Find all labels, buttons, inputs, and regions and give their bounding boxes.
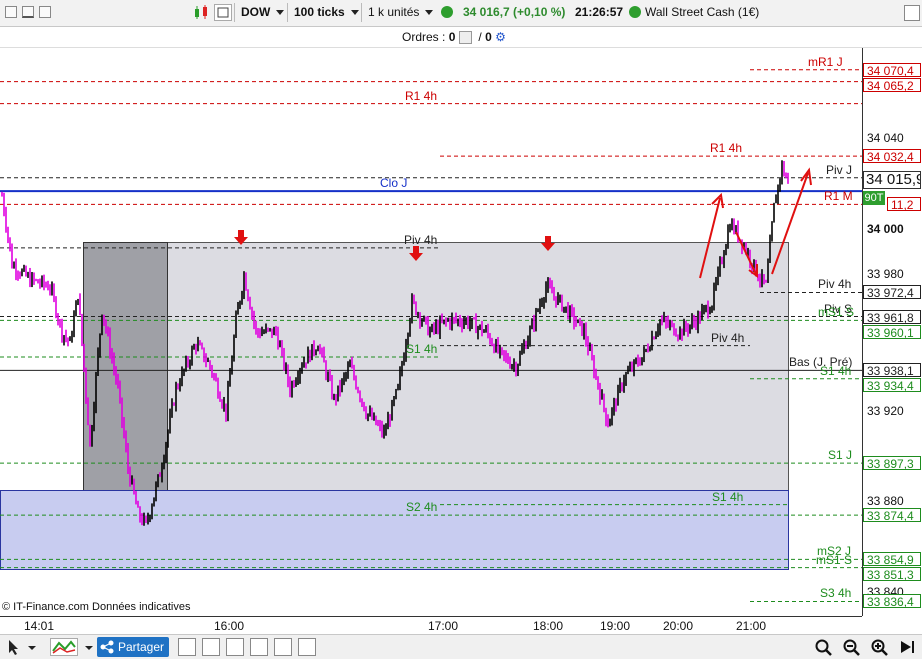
- draw-line-icon[interactable]: [178, 638, 196, 656]
- indicator-icon[interactable]: [50, 638, 78, 656]
- arrow-down-icon: [234, 230, 248, 245]
- price-level-tag: 34 065,2: [863, 77, 921, 93]
- scroll-right-icon[interactable]: [898, 638, 916, 656]
- level-label: S1 J: [828, 448, 853, 463]
- price-level-tag: 33 854,9: [863, 552, 921, 567]
- price-level-tag: 33 960,1: [863, 324, 921, 340]
- units-dropdown[interactable]: 1 k unités: [361, 3, 437, 22]
- chevron-down-icon: [350, 10, 359, 16]
- arrow-down-icon: [409, 246, 423, 261]
- level-label: mS1 S: [816, 552, 853, 567]
- price-level-tag: 33 874,4: [863, 508, 921, 523]
- y-tick: 33 880: [867, 494, 904, 509]
- price-level-tag: 33 938,1: [863, 363, 921, 378]
- level-label: S1 4h: [820, 363, 852, 378]
- arrow-down-icon: [541, 236, 555, 251]
- orders-label: Ordres :: [402, 30, 446, 44]
- x-tick: 20:00: [663, 619, 694, 633]
- level-label: Piv 4h: [818, 277, 852, 292]
- draw-channel-icon[interactable]: [226, 638, 244, 656]
- chevron-down-icon: [276, 10, 285, 16]
- candlestick-chart-icon[interactable]: [193, 4, 211, 21]
- market-open-icon: [441, 6, 453, 18]
- chart-type-icon[interactable]: [214, 4, 232, 21]
- copyright-footer: © IT-Finance.com Données indicatives: [2, 601, 191, 613]
- price-level-tag: 34 032,4: [863, 149, 921, 164]
- ticks-dropdown[interactable]: 100 ticks: [287, 3, 360, 22]
- bottom-toolbar: Partager: [0, 634, 922, 659]
- share-button[interactable]: Partager: [97, 637, 169, 657]
- share-icon: [100, 640, 114, 654]
- level-label: R1 M: [824, 189, 853, 204]
- price-level-tag: 33 972,4: [863, 285, 921, 300]
- y-tick: 34 000: [867, 221, 904, 236]
- chevron-down-icon[interactable]: [84, 638, 94, 656]
- instrument-label: DOW: [241, 5, 271, 19]
- x-tick: 18:00: [533, 619, 564, 633]
- level-label: S1 4h: [712, 489, 744, 504]
- current-price-tag: 34 015,9: [863, 171, 921, 189]
- price-level-tag: 33 897,3: [863, 456, 921, 471]
- top-toolbar: DOW 100 ticks 1 k unités 34 016,7 (+0,10…: [0, 0, 922, 27]
- orders-separator: /: [478, 30, 482, 44]
- share-label: Partager: [118, 640, 165, 654]
- y-tick: 33 980: [867, 267, 904, 282]
- level-label: Piv 4h: [404, 232, 438, 247]
- volume-tag: 90T: [863, 191, 885, 205]
- level-label: R1 4h: [710, 141, 743, 156]
- x-tick: 17:00: [428, 619, 459, 633]
- orders-bar: Ordres : 0 / 0 ⚙: [0, 27, 922, 48]
- gear-icon[interactable]: ⚙: [495, 30, 506, 44]
- units-label: 1 k unités: [368, 5, 420, 19]
- minimize-icon[interactable]: [22, 6, 34, 18]
- level-label: S2 4h: [406, 500, 438, 515]
- maximize-icon[interactable]: [39, 6, 51, 18]
- collapse-icon[interactable]: [5, 6, 17, 18]
- price-axis[interactable]: 33 840 33 880 33 920 33 980 34 000 34 040 34 …: [862, 48, 922, 616]
- market-name: Wall Street Cash (1€): [645, 5, 760, 19]
- delete-drawings-icon[interactable]: [298, 638, 316, 656]
- level-label: Piv 4h: [711, 330, 745, 345]
- fibonacci-icon[interactable]: [250, 638, 268, 656]
- text-tool-icon[interactable]: [274, 638, 292, 656]
- price-level-tag: 33 851,3: [863, 567, 921, 582]
- trend-arrows-icon: [699, 167, 812, 279]
- price-chart[interactable]: mR1 J R1 4h R1 4h Piv J Clo J R1 M Piv 4h Piv 4…: [0, 48, 862, 616]
- x-tick: 16:00: [214, 619, 245, 633]
- clock-time: 21:26:57: [575, 5, 624, 19]
- level-label: Piv J: [826, 162, 853, 177]
- y-tick: 33 920: [867, 403, 904, 418]
- chevron-down-icon[interactable]: [27, 638, 37, 656]
- chevron-down-icon: [425, 10, 434, 16]
- level-label: mS1 S: [818, 305, 855, 320]
- zoom-fit-icon[interactable]: [814, 638, 832, 656]
- level-label: Clo J: [380, 176, 408, 191]
- x-tick: 14:01: [24, 619, 55, 633]
- buy-orders-count: 0: [448, 30, 456, 44]
- x-tick: 21:00: [736, 619, 767, 633]
- zoom-out-icon[interactable]: [842, 638, 860, 656]
- draw-rect-icon[interactable]: [202, 638, 220, 656]
- y-tick: 34 040: [867, 130, 904, 145]
- sell-orders-count: 0: [485, 30, 492, 44]
- settings-icon[interactable]: [904, 5, 920, 21]
- cursor-icon[interactable]: [4, 638, 22, 656]
- level-label: R1 4h: [405, 88, 438, 103]
- price-level-tag: 34 070,4: [863, 62, 921, 78]
- zoom-in-icon[interactable]: [870, 638, 888, 656]
- level-label: S3 4h: [820, 586, 852, 601]
- x-tick: 19:00: [600, 619, 631, 633]
- instrument-dropdown[interactable]: DOW: [234, 3, 286, 22]
- buy-orders-icon[interactable]: [458, 31, 472, 45]
- price-level-tag: 33 836,4: [863, 594, 921, 609]
- time-axis: 14:01 16:00 17:00 18:00 19:00 20:00 21:0…: [0, 616, 862, 635]
- price-change: 34 016,7 (+0,10 %): [463, 5, 566, 19]
- level-label: mR1 J: [808, 54, 843, 69]
- price-level-tag: 33 934,4: [863, 378, 921, 393]
- ticks-label: 100 ticks: [294, 5, 345, 19]
- price-level-tag: 33 961,8: [863, 309, 921, 325]
- price-level-tag: 11,2: [887, 197, 921, 212]
- level-label: S1 4h: [406, 341, 438, 356]
